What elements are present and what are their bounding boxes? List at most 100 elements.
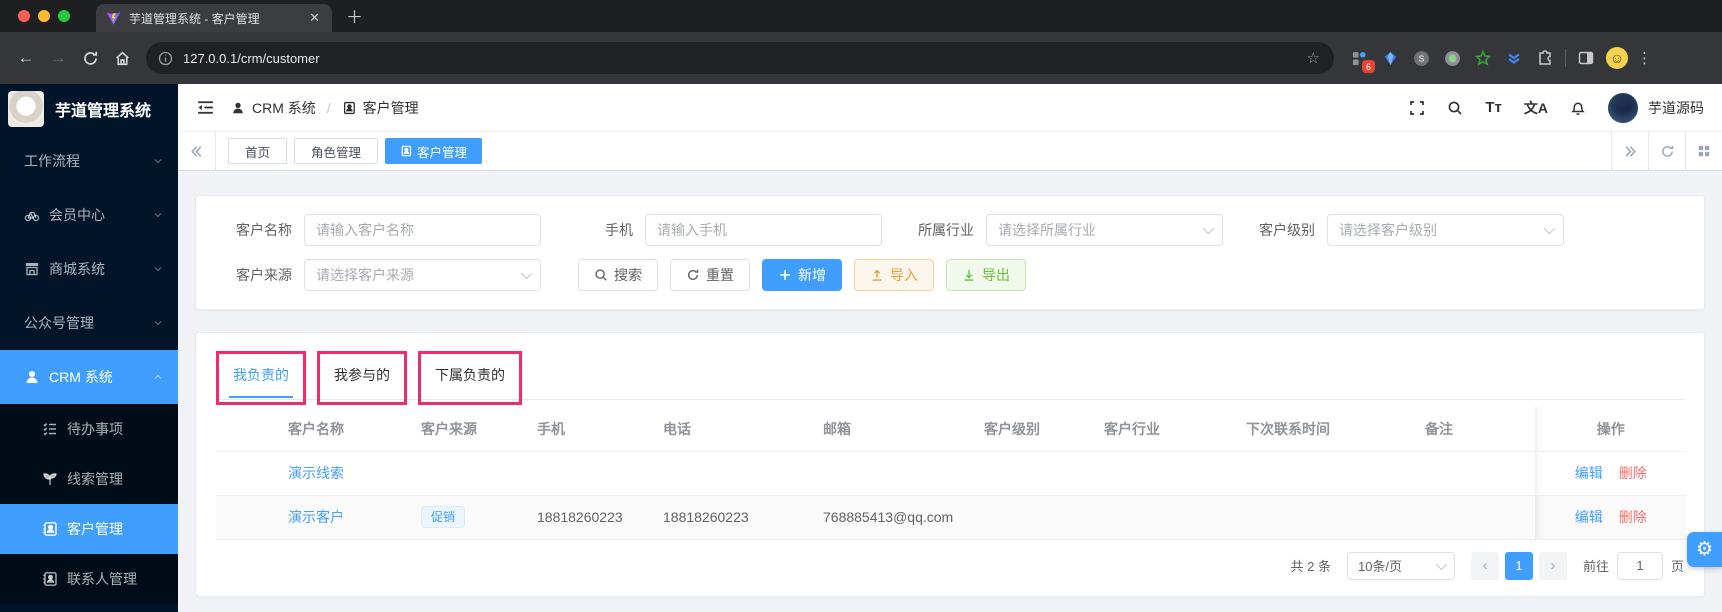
scroll-right-icon[interactable] [1611, 132, 1648, 170]
address-bar[interactable]: 127.0.0.1/crm/customer ☆ [146, 42, 1334, 74]
shop-icon [24, 261, 40, 277]
breadcrumb-crm[interactable]: CRM 系统 [252, 98, 316, 118]
annotation-box-2: 我参与的 [317, 351, 407, 405]
reload-icon[interactable] [74, 42, 106, 74]
page-number-1[interactable]: 1 [1504, 551, 1533, 580]
source-tag: 促销 [421, 506, 466, 528]
chevron-down-icon [152, 263, 164, 275]
sidebar-item-workflow[interactable]: 工作流程 [0, 134, 178, 188]
goto-page-input[interactable] [1616, 551, 1663, 580]
bookmark-star-icon[interactable]: ☆ [1307, 49, 1320, 67]
search-icon[interactable] [1447, 100, 1463, 116]
edit-link[interactable]: 编辑 [1575, 463, 1603, 483]
active-tab-underline [229, 396, 293, 398]
prev-page-button[interactable]: ‹ [1470, 551, 1499, 580]
extensions-puzzle-icon[interactable] [1534, 47, 1556, 69]
sidebar-item-contact[interactable]: 联系人管理 [0, 554, 178, 604]
app-logo[interactable]: 芋道管理系统 [0, 84, 178, 134]
extension-chevrons-icon[interactable] [1503, 47, 1525, 69]
import-button[interactable]: 导入 [854, 259, 934, 291]
tag-tab-home[interactable]: 首页 [228, 138, 288, 164]
tag-tab-role[interactable]: 角色管理 [294, 138, 379, 164]
language-icon[interactable]: 文A [1524, 98, 1548, 118]
extensions-row: 6 S ☺ ⋮ [1348, 47, 1653, 73]
industry-select[interactable]: 请选择所属行业 [986, 214, 1223, 246]
customer-name-link[interactable]: 演示线索 [288, 465, 344, 481]
delete-link[interactable]: 删除 [1619, 463, 1647, 483]
settings-gear-button[interactable]: ⚙ [1687, 532, 1722, 567]
minimize-window-button[interactable] [38, 10, 50, 22]
window-controls[interactable] [0, 0, 84, 32]
breadcrumb: CRM 系统 / 客户管理 [231, 98, 419, 118]
customer-name-link[interactable]: 演示客户 [288, 509, 344, 525]
delete-link[interactable]: 删除 [1619, 507, 1647, 527]
url-text[interactable]: 127.0.0.1/crm/customer [183, 51, 320, 66]
tab-my-responsible[interactable]: 我负责的 [219, 354, 303, 402]
scroll-left-icon[interactable] [178, 132, 216, 170]
chevron-down-icon [1435, 558, 1448, 570]
extension-grid-icon[interactable]: 6 [1348, 47, 1375, 73]
customer-table: 客户名称 客户来源 手机 电话 邮箱 客户级别 客户行业 下次联系时间 备注 操… [216, 407, 1686, 540]
gear-icon: ⚙ [1695, 539, 1714, 560]
annotation-box-3: 下属负责的 [418, 351, 522, 405]
tab-close-icon[interactable]: ✕ [307, 10, 322, 26]
profile-avatar[interactable]: ☺ [1606, 47, 1628, 69]
col-level: 客户级别 [984, 407, 1104, 452]
font-size-icon[interactable]: Tт [1485, 99, 1502, 116]
col-phone: 电话 [663, 407, 823, 452]
home-icon[interactable] [106, 42, 138, 74]
side-panel-icon[interactable] [1575, 47, 1597, 69]
sidebar-item-customer[interactable]: 客户管理 [0, 504, 178, 554]
fullscreen-icon[interactable] [1409, 100, 1425, 116]
sidebar-item-todo[interactable]: 待办事项 [0, 404, 178, 454]
table-card: 我负责的 我参与的 下属负责的 客户名称 客户来源 手机 电话 邮箱 客户级别 … [195, 332, 1705, 597]
sidebar-item-crm[interactable]: CRM 系统 [0, 350, 178, 404]
customer-name-input[interactable] [316, 222, 529, 238]
browser-menu-icon[interactable]: ⋮ [1637, 49, 1653, 67]
layout-grid-icon[interactable] [1685, 132, 1722, 170]
logo-image [8, 91, 44, 127]
forward-icon[interactable]: → [42, 42, 74, 74]
export-button[interactable]: 导出 [946, 259, 1026, 291]
goto-label: 前往 [1582, 559, 1609, 574]
browser-tab[interactable]: 芋道管理系统 - 客户管理 ✕ [96, 4, 332, 32]
site-info-icon[interactable] [158, 51, 173, 66]
contact-book-icon [400, 145, 412, 157]
back-icon[interactable]: ← [10, 42, 42, 74]
sidebar-item-member[interactable]: 会员中心 [0, 188, 178, 242]
close-window-button[interactable] [18, 10, 30, 22]
sidebar-item-official-account[interactable]: 公众号管理 [0, 296, 178, 350]
search-button[interactable]: 搜索 [578, 259, 658, 291]
level-select[interactable]: 请选择客户级别 [1327, 214, 1564, 246]
new-tab-button[interactable]: ＋ [346, 3, 363, 28]
industry-label: 所属行业 [918, 222, 974, 238]
sidebar-item-clue[interactable]: 线索管理 [0, 454, 178, 504]
app-title: 芋道管理系统 [55, 103, 152, 120]
source-select[interactable]: 请选择客户来源 [304, 259, 541, 291]
username[interactable]: 芋道源码 [1648, 98, 1704, 118]
extension-green-star-icon[interactable] [1472, 47, 1494, 69]
chevron-down-icon [520, 267, 533, 280]
tag-tab-customer[interactable]: 客户管理 [385, 138, 483, 164]
notification-bell-icon[interactable] [1570, 100, 1586, 116]
reset-button[interactable]: 重置 [670, 259, 750, 291]
chevron-down-icon [1543, 222, 1556, 235]
add-button[interactable]: 新增 [762, 259, 842, 291]
collapse-menu-icon[interactable] [196, 98, 215, 117]
source-label: 客户来源 [236, 267, 292, 283]
page-content: 客户名称 手机 所属行业 请选择所属行业 [178, 171, 1722, 612]
next-page-button[interactable]: › [1538, 551, 1567, 580]
extension-circle-s-icon[interactable]: S [1410, 47, 1432, 69]
maximize-window-button[interactable] [58, 10, 70, 22]
page-size-select[interactable]: 10条/页 [1346, 551, 1455, 580]
user-avatar[interactable] [1608, 92, 1638, 123]
tab-subordinate[interactable]: 下属负责的 [421, 354, 519, 402]
extension-diamond-icon[interactable] [1379, 47, 1401, 69]
crm-submenu: 待办事项 线索管理 客户管理 联系人管理 [0, 404, 178, 604]
sidebar-item-mall[interactable]: 商城系统 [0, 242, 178, 296]
mobile-input[interactable] [657, 222, 870, 238]
extension-recorder-icon[interactable] [1441, 47, 1463, 69]
edit-link[interactable]: 编辑 [1575, 507, 1603, 527]
refresh-page-icon[interactable] [1648, 132, 1685, 170]
tab-my-participated[interactable]: 我参与的 [320, 354, 404, 402]
